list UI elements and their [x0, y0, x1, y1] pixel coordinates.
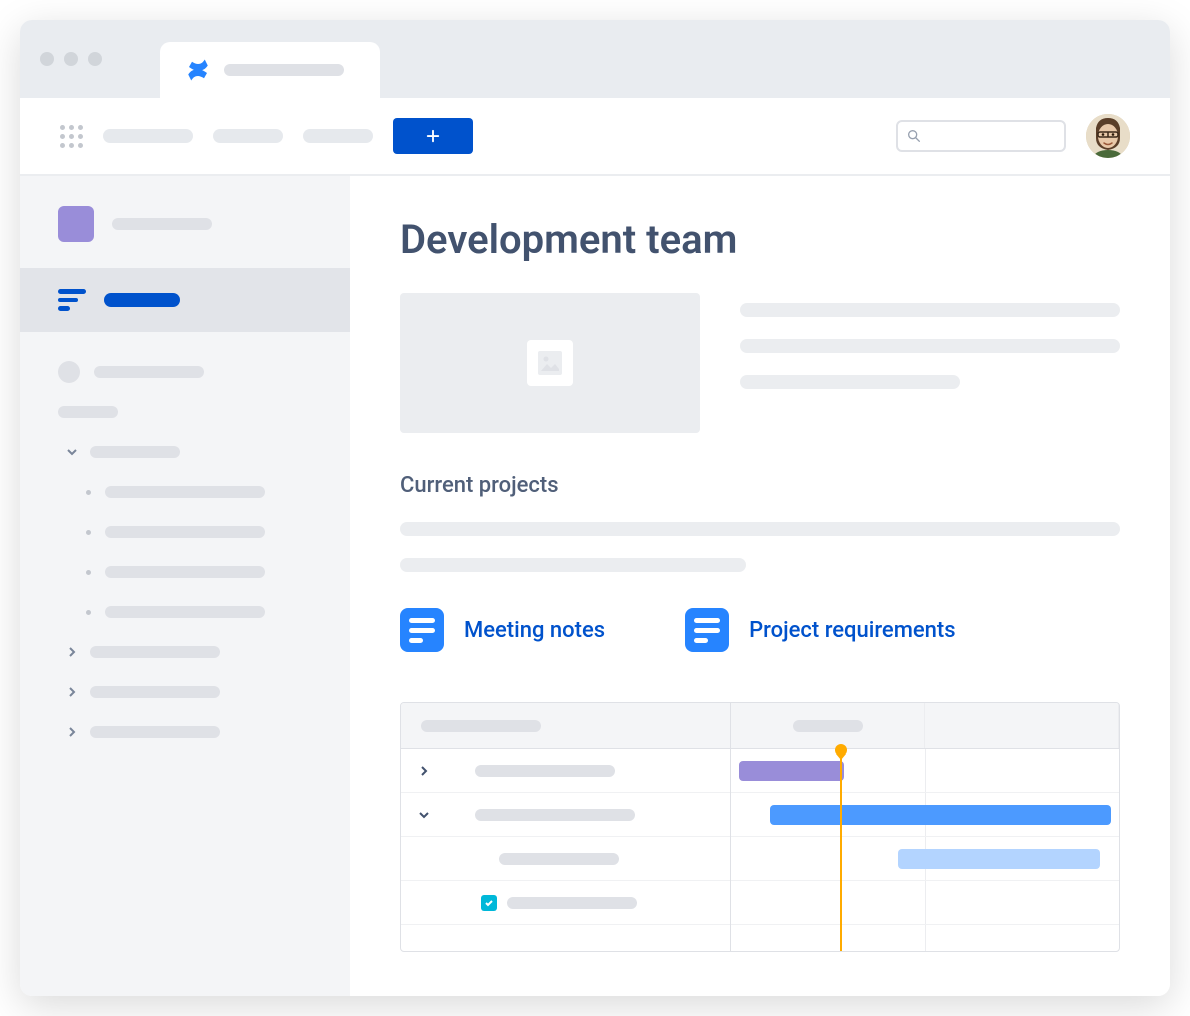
- tree-label-placeholder: [90, 446, 180, 458]
- timeline-column: [731, 703, 925, 748]
- nav-item-placeholder[interactable]: [213, 129, 283, 143]
- roadmap-widget: [400, 702, 1120, 952]
- space-icon: [58, 206, 94, 242]
- chevron-right-icon: [64, 724, 80, 740]
- window-close-dot[interactable]: [40, 52, 54, 66]
- sidebar-label-placeholder: [94, 366, 204, 378]
- task-label-placeholder: [475, 765, 615, 777]
- timeline-column: [925, 703, 1119, 748]
- document-icon: [400, 608, 444, 652]
- browser-tab[interactable]: [160, 42, 380, 98]
- roadmap-row[interactable]: [401, 793, 730, 837]
- create-button[interactable]: [393, 118, 473, 154]
- task-label-placeholder: [499, 853, 619, 865]
- tree-label-placeholder: [105, 566, 265, 578]
- sidebar-active-label-placeholder: [104, 293, 180, 307]
- plus-icon: [424, 127, 442, 145]
- image-placeholder[interactable]: [400, 293, 700, 433]
- sidebar-label-placeholder: [58, 406, 118, 418]
- tree-item[interactable]: [58, 672, 312, 712]
- main-content: Development team Current projects: [350, 176, 1170, 996]
- roadmap-header: [401, 703, 1119, 749]
- confluence-logo-icon: [186, 58, 210, 82]
- tree-label-placeholder: [90, 646, 220, 658]
- gantt-bar[interactable]: [770, 805, 1111, 825]
- gantt-bar[interactable]: [898, 849, 1100, 869]
- chevron-down-icon[interactable]: [417, 808, 431, 822]
- task-label-placeholder: [475, 809, 635, 821]
- bullet-icon: [86, 570, 91, 575]
- chevron-down-icon: [64, 444, 80, 460]
- bullet-icon: [86, 530, 91, 535]
- user-avatar[interactable]: [1086, 114, 1130, 158]
- sidebar-item-overview[interactable]: [20, 268, 350, 332]
- tree-item[interactable]: [58, 512, 312, 552]
- nav-item-placeholder[interactable]: [303, 129, 373, 143]
- roadmap-timeline-header: [731, 703, 1119, 748]
- tree-item[interactable]: [58, 592, 312, 632]
- space-header[interactable]: [20, 206, 350, 268]
- doc-link-label: Project requirements: [749, 618, 955, 643]
- roadmap-timeline[interactable]: [731, 749, 1119, 951]
- overview-icon: [58, 289, 86, 311]
- bullet-icon: [86, 490, 91, 495]
- doc-link-label: Meeting notes: [464, 618, 605, 643]
- tab-title-placeholder: [224, 64, 344, 76]
- window-zoom-dot[interactable]: [88, 52, 102, 66]
- timeline-label-placeholder: [793, 720, 863, 732]
- app-window: Development team Current projects: [20, 20, 1170, 996]
- roadmap-name-column-header: [401, 703, 731, 748]
- tree-label-placeholder: [90, 686, 220, 698]
- window-minimize-dot[interactable]: [64, 52, 78, 66]
- space-name-placeholder: [112, 218, 212, 230]
- top-toolbar: [20, 98, 1170, 176]
- today-marker: [840, 749, 842, 951]
- app-body: Development team Current projects: [20, 176, 1170, 996]
- document-links: Meeting notes Project requirements: [400, 608, 1120, 652]
- roadmap-task-list: [401, 749, 731, 951]
- tree-item[interactable]: [58, 432, 312, 472]
- task-label-placeholder: [507, 897, 637, 909]
- hero-section: [400, 293, 1120, 433]
- sidebar-item[interactable]: [58, 392, 312, 432]
- doc-link-meeting-notes[interactable]: Meeting notes: [400, 608, 605, 652]
- person-icon: [58, 361, 80, 383]
- app-switcher-icon[interactable]: [60, 125, 83, 148]
- chevron-right-icon: [64, 684, 80, 700]
- sidebar-item[interactable]: [58, 352, 312, 392]
- browser-titlebar: [20, 20, 1170, 98]
- column-header-placeholder: [421, 720, 541, 732]
- gantt-bar[interactable]: [739, 761, 844, 781]
- bullet-icon: [86, 610, 91, 615]
- checkbox-checked-icon[interactable]: [481, 895, 497, 911]
- tree-label-placeholder: [105, 486, 265, 498]
- hero-text-placeholder: [740, 293, 1120, 433]
- search-input[interactable]: [896, 120, 1066, 152]
- roadmap-row[interactable]: [401, 837, 730, 881]
- document-icon: [685, 608, 729, 652]
- section-title: Current projects: [400, 473, 1120, 498]
- tree-label-placeholder: [105, 526, 265, 538]
- window-controls: [40, 52, 102, 66]
- tree-item[interactable]: [58, 552, 312, 592]
- tree-item[interactable]: [58, 472, 312, 512]
- doc-link-project-requirements[interactable]: Project requirements: [685, 608, 955, 652]
- roadmap-row[interactable]: [401, 881, 730, 925]
- paragraph-placeholder: [400, 522, 1120, 572]
- tree-label-placeholder: [90, 726, 220, 738]
- sidebar: [20, 176, 350, 996]
- tree-item[interactable]: [58, 632, 312, 672]
- page-title: Development team: [400, 216, 1120, 263]
- search-icon: [906, 128, 922, 144]
- tree-label-placeholder: [105, 606, 265, 618]
- nav-item-placeholder[interactable]: [103, 129, 193, 143]
- avatar-image: [1086, 114, 1130, 158]
- chevron-right-icon[interactable]: [417, 764, 431, 778]
- chevron-right-icon: [64, 644, 80, 660]
- image-icon: [527, 340, 573, 386]
- roadmap-row[interactable]: [401, 749, 730, 793]
- tree-item[interactable]: [58, 712, 312, 752]
